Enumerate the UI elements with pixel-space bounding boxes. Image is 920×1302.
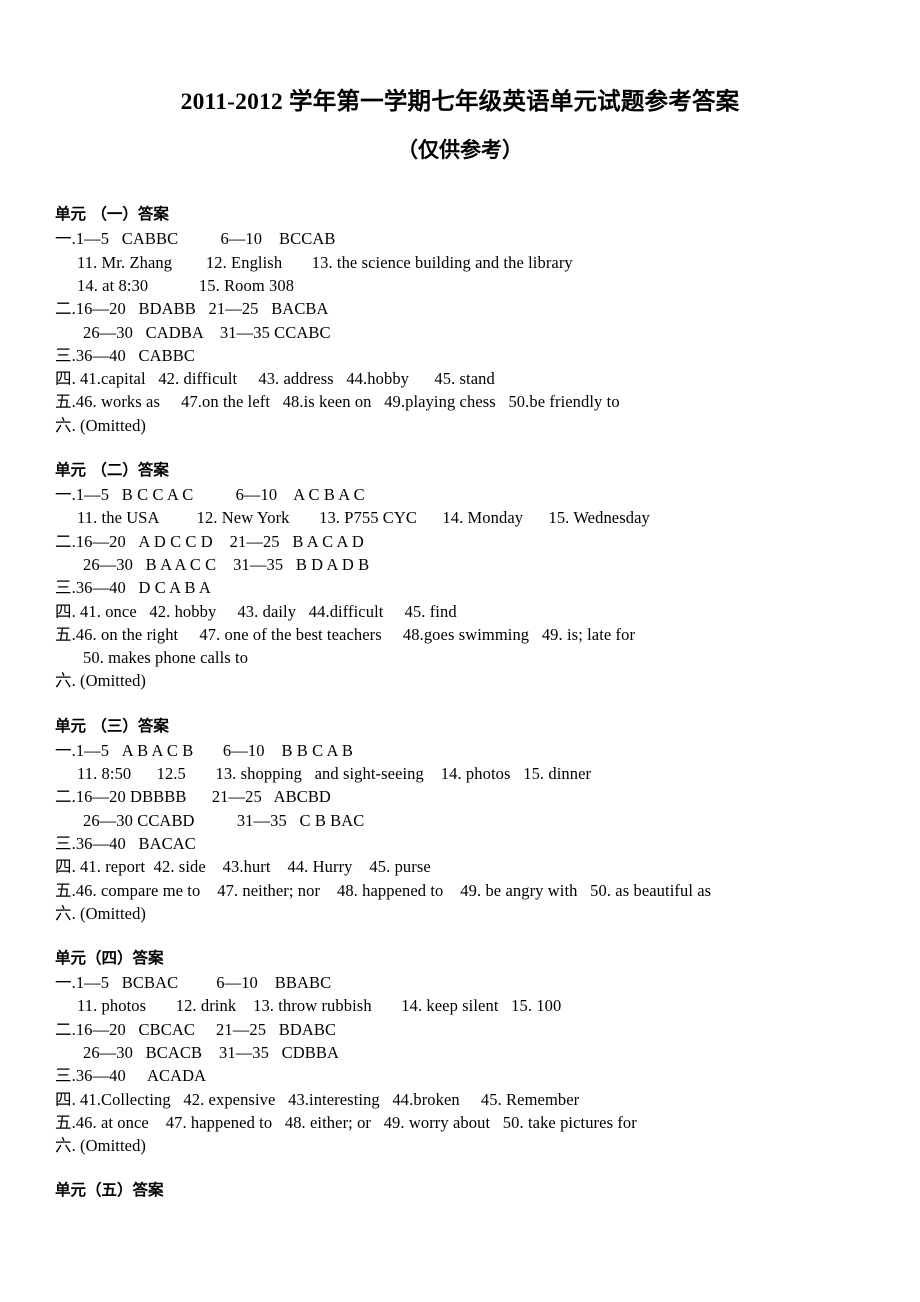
answer-line: 三.36—40 BACAC: [55, 833, 196, 853]
answer-line: 三.36—40 ACADA: [55, 1066, 207, 1086]
answer-line: 六. (Omitted): [55, 903, 147, 923]
answer-line: 四. 41.Collecting 42. expensive 43.intere…: [55, 1089, 580, 1109]
unit-heading: 单元（四）答案: [55, 949, 164, 968]
answer-line: 14. at 8:30 15. Room 308: [77, 275, 295, 295]
answer-line: 二.16—20 A D C C D 21—25 B A C A D: [55, 531, 364, 551]
answer-line: 一.1—5 B C C A C 6—10 A C B A C: [55, 485, 365, 505]
answer-line: 三.36—40 D C A B A: [55, 578, 211, 598]
answer-key-page: 2011-2012 学年第一学期七年级英语单元试题参考答案 （仅供参考） 单元 …: [0, 0, 920, 1302]
answer-line: 11. Mr. Zhang 12. English 13. the scienc…: [77, 252, 573, 272]
answer-line: 26—30 B A A C C 31—35 B D A D B: [83, 554, 370, 574]
unit-block: 单元 （二）答案一.1—5 B C C A C 6—10 A C B A C 11…: [55, 459, 890, 693]
unit-block: 单元 （一）答案一.1—5 CABBC 6—10 BCCAB 11. Mr. Zh…: [55, 203, 890, 437]
answer-line: 11. 8:50 12.5 13. shopping and sight-see…: [77, 764, 592, 784]
answer-line: 五.46. at once 47. happened to 48. either…: [55, 1112, 637, 1132]
title-block: 2011-2012 学年第一学期七年级英语单元试题参考答案 （仅供参考）: [0, 0, 920, 163]
answer-line: 六. (Omitted): [55, 1136, 147, 1156]
answers-content: 单元 （一）答案一.1—5 CABBC 6—10 BCCAB 11. Mr. Zh…: [0, 163, 920, 1202]
answer-line: 三.36—40 CABBC: [55, 345, 195, 365]
unit-block: 单元（四）答案一.1—5 BCBAC 6—10 BBABC 11. photos …: [55, 947, 890, 1157]
answer-line: 11. the USA 12. New York 13. P755 CYC 14…: [77, 508, 650, 528]
answer-line: 一.1—5 CABBC 6—10 BCCAB: [55, 229, 336, 249]
unit-heading: 单元 （一）答案: [55, 205, 169, 224]
unit-heading: 单元 （二）答案: [55, 461, 169, 480]
answer-line: 五.46. on the right 47. one of the best t…: [55, 624, 636, 644]
answer-line: 11. photos 12. drink 13. throw rubbish 1…: [77, 996, 562, 1016]
answer-line: 四. 41. once 42. hobby 43. daily 44.diffi…: [55, 601, 457, 621]
answer-line: 50. makes phone calls to: [83, 648, 249, 668]
answer-line: 26—30 BCACB 31—35 CDBBA: [83, 1042, 340, 1062]
page-title: 2011-2012 学年第一学期七年级英语单元试题参考答案: [180, 89, 740, 115]
answer-line: 一.1—5 BCBAC 6—10 BBABC: [55, 973, 332, 993]
answer-line: 六. (Omitted): [55, 671, 147, 691]
unit-heading: 单元（五）答案: [55, 1181, 164, 1200]
answer-line: 二.16—20 DBBBB 21—25 ABCBD: [55, 787, 331, 807]
answer-line: 26—30 CCABD 31—35 C B BAC: [83, 810, 365, 830]
unit-heading: 单元 （三）答案: [55, 716, 169, 735]
answer-line: 五.46. compare me to 47. neither; nor 48.…: [55, 880, 712, 900]
answer-line: 四. 41. report 42. side 43.hurt 44. Hurry…: [55, 857, 431, 877]
answer-line: 26—30 CADBA 31—35 CCABC: [83, 322, 331, 342]
answer-line: 二.16—20 BDABB 21—25 BACBA: [55, 299, 329, 319]
page-subtitle: （仅供参考）: [397, 138, 523, 163]
unit-block: 单元（五）答案: [55, 1179, 890, 1202]
answer-line: 一.1—5 A B A C B 6—10 B B C A B: [55, 740, 353, 760]
answer-line: 四. 41.capital 42. difficult 43. address …: [55, 369, 495, 389]
answer-line: 二.16—20 CBCAC 21—25 BDABC: [55, 1019, 337, 1039]
answer-line: 六. (Omitted): [55, 415, 147, 435]
unit-block: 单元 （三）答案一.1—5 A B A C B 6—10 B B C A B 11…: [55, 715, 890, 925]
answer-line: 五.46. works as 47.on the left 48.is keen…: [55, 392, 620, 412]
